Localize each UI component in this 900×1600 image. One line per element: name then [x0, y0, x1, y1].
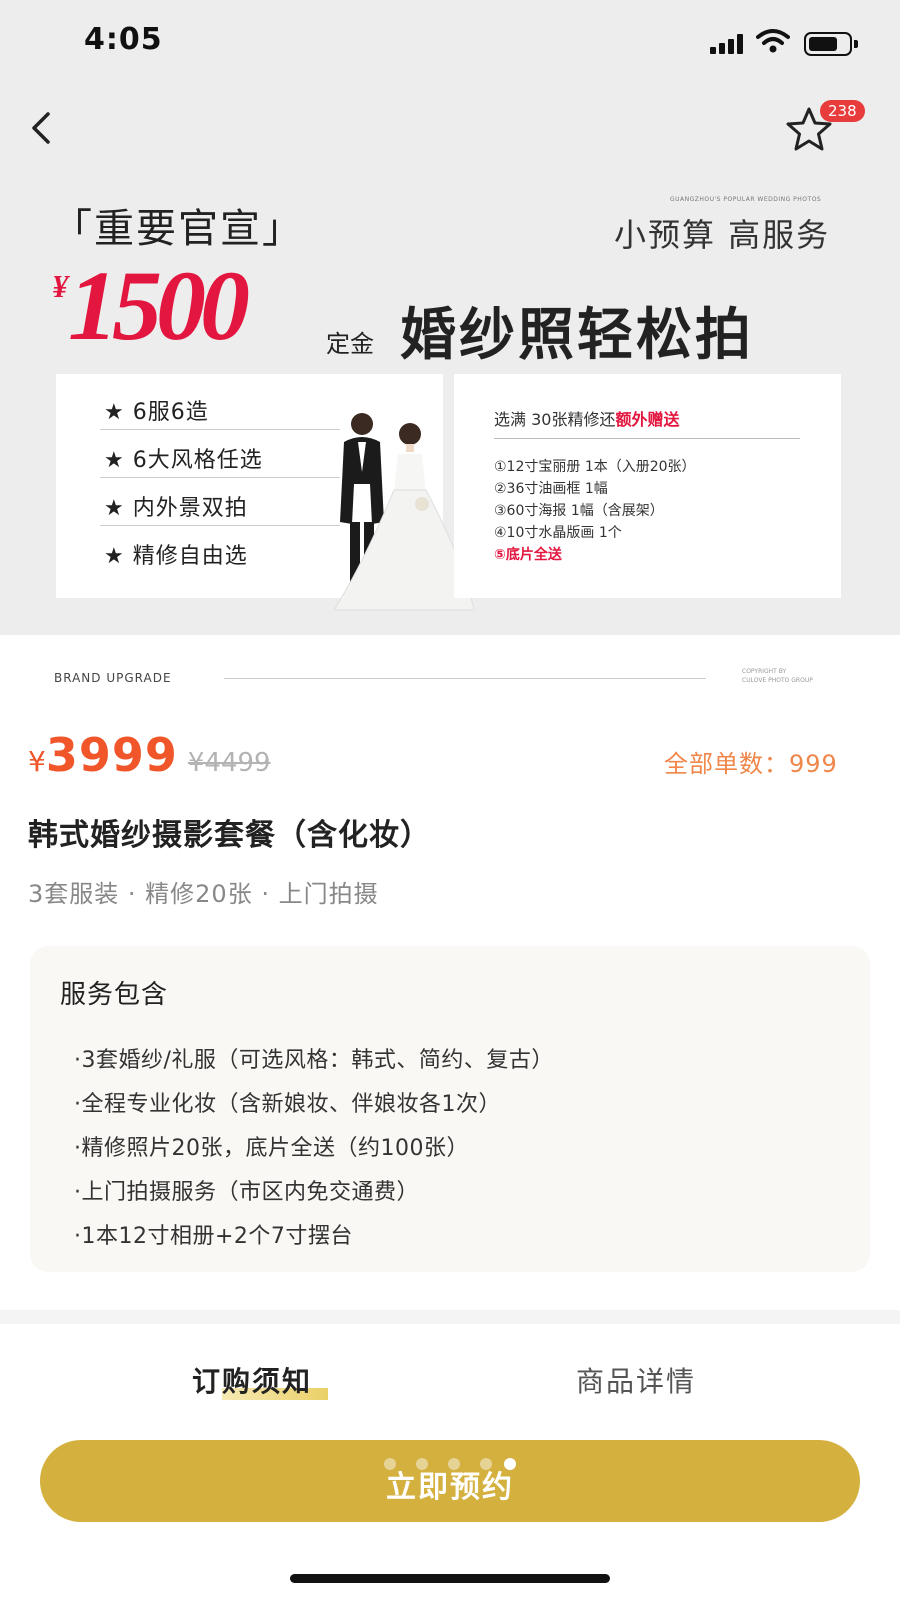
- original-price: ¥4499: [187, 748, 271, 778]
- book-now-label: 立即预约: [386, 1470, 514, 1505]
- price-row: ¥3999 ¥4499: [28, 728, 271, 782]
- feature-item: ★ 精修自由选: [104, 544, 248, 569]
- services-title: 服务包含: [60, 980, 169, 1010]
- status-time: 4:05: [84, 22, 163, 57]
- product-subtitle: 3套服装 · 精修20张 · 上门拍摄: [28, 880, 379, 908]
- banner-tiny-caption: GUANGZHOU'S POPULAR WEDDING PHOTOS: [670, 196, 822, 203]
- banner-headline: 婚纱照轻松拍: [400, 303, 754, 368]
- brand-copyright: COPYRIGHT BY CULOVE PHOTO GROUP: [742, 668, 813, 684]
- home-indicator: [290, 1574, 610, 1583]
- wifi-icon: [756, 29, 790, 53]
- current-price: 3999: [45, 728, 178, 782]
- hero-banner: 4:05 238 「重要官宣」 GUANGZHOU'S POPULAR WEDD…: [0, 0, 900, 635]
- service-item: ·1本12寸相册+2个7寸摆台: [74, 1224, 353, 1249]
- gift-item-highlight: ⑤底片全送: [494, 547, 562, 563]
- deposit-price: ¥1500: [52, 250, 250, 361]
- back-arrow-icon[interactable]: [24, 108, 60, 148]
- banner-slogan: 小预算 高服务: [614, 216, 831, 254]
- gift-item: ③60寸海报 1幅（含展架）: [494, 503, 664, 519]
- tab-order-notice[interactable]: 订购须知: [192, 1360, 312, 1400]
- service-item: ·上门拍摄服务（市区内免交通费）: [74, 1180, 419, 1205]
- service-item: ·3套婚纱/礼服（可选风格：韩式、简约、复古）: [74, 1048, 554, 1073]
- gift-item: ②36寸油画框 1幅: [494, 481, 608, 497]
- bonus-title: 选满 30张精修还额外赠送: [494, 410, 680, 429]
- price-currency: ¥: [28, 745, 46, 778]
- feature-item: ★ 6大风格任选: [104, 448, 263, 473]
- feature-item: ★ 6服6造: [104, 400, 209, 425]
- product-title: 韩式婚纱摄影套餐（含化妆）: [28, 818, 431, 853]
- favorite-button[interactable]: 238: [784, 100, 874, 156]
- announcement-text: 「重要官宣」: [52, 206, 304, 252]
- signal-icon: [710, 34, 746, 54]
- book-now-button[interactable]: 立即预约: [40, 1440, 860, 1522]
- battery-icon: [804, 32, 858, 56]
- feature-item: ★ 内外景双拍: [104, 496, 248, 521]
- gift-item: ④10寸水晶版画 1个: [494, 525, 622, 541]
- service-item: ·精修照片20张，底片全送（约100张）: [74, 1136, 469, 1161]
- favorite-count-badge: 238: [820, 100, 865, 122]
- service-item: ·全程专业化妆（含新娘妆、伴娘妆各1次）: [74, 1092, 501, 1117]
- brand-upgrade-label: BRAND UPGRADE: [54, 671, 172, 685]
- brand-divider: [224, 678, 706, 679]
- services-box: 服务包含 ·3套婚纱/礼服（可选风格：韩式、简约、复古） ·全程专业化妆（含新娘…: [30, 946, 870, 1272]
- features-card: ★ 6服6造 ★ 6大风格任选 ★ 内外景双拍 ★ 精修自由选: [56, 374, 475, 611]
- section-divider: [0, 1310, 900, 1324]
- status-bar: 4:05: [0, 0, 900, 80]
- gift-item: ①12寸宝丽册 1本（入册20张）: [494, 459, 696, 475]
- tab-product-detail[interactable]: 商品详情: [576, 1360, 696, 1400]
- sold-count: 全部单数：999: [664, 750, 838, 778]
- bonus-card: 选满 30张精修还额外赠送 ①12寸宝丽册 1本（入册20张） ②36寸油画框 …: [454, 374, 841, 598]
- deposit-label: 定金: [326, 330, 374, 358]
